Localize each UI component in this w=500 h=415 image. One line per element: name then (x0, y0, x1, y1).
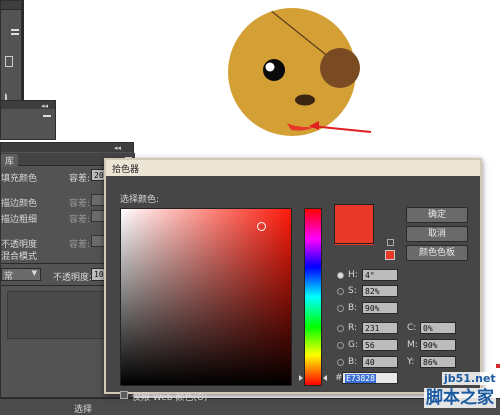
blue-input[interactable]: 40 (362, 356, 398, 368)
swatches-button[interactable]: 颜色色板 (406, 245, 468, 261)
watermark-site: jb51.net (442, 372, 498, 385)
tolerance-label: 容差: (69, 174, 91, 184)
current-color-swatch (334, 244, 374, 245)
magenta-label: M: (407, 340, 418, 350)
nose-shape (295, 94, 315, 106)
hue-slider-left-arrow[interactable] (299, 375, 303, 381)
brightness-label: B: (348, 303, 358, 313)
panel-header (1, 1, 21, 10)
saturation-radio[interactable] (337, 288, 344, 295)
color-field[interactable] (120, 208, 292, 386)
opacity-input[interactable]: 100 (91, 268, 105, 281)
eye-highlight (265, 62, 275, 72)
hue-radio[interactable] (337, 272, 344, 279)
color-picker-dialog: 拾色器 选择颜色: 确定 取消 颜色色板 H: 4° S: 82% B: 90%… (104, 158, 482, 403)
magenta-input[interactable]: 90% (420, 339, 456, 351)
blue-label: B: (348, 357, 358, 367)
dialog-title: 拾色器 (112, 165, 140, 175)
tolerance-label: 容差: (69, 199, 91, 209)
eye-shape (263, 59, 285, 81)
cyan-input[interactable]: 0% (420, 322, 456, 334)
red-label: R: (348, 323, 358, 333)
web-only-label: 仅限 Web 颜色(O) (132, 393, 208, 403)
panel-menu-icon[interactable] (43, 115, 51, 117)
stroke-color-label: 描边颜色 (1, 199, 38, 209)
watermark-logo (496, 364, 500, 368)
fill-color-label: 填充颜色 (1, 174, 38, 184)
tolerance-label: 容差: (69, 240, 91, 250)
green-radio[interactable] (337, 342, 344, 349)
red-radio[interactable] (337, 325, 344, 332)
blend-mode-label: 混合模式 (1, 252, 38, 262)
blend-select-value: 常 (4, 272, 14, 282)
ok-button[interactable]: 确定 (406, 207, 468, 223)
dialog-title-bar (106, 160, 480, 176)
collapse-icon[interactable]: ◂◂ (41, 102, 48, 110)
tolerance-input[interactable] (91, 210, 105, 222)
cube-icon[interactable] (387, 239, 394, 246)
blend-select[interactable]: 常 ▼ (1, 268, 41, 282)
tolerance-input[interactable] (91, 235, 105, 247)
color-field-cursor[interactable] (257, 222, 266, 231)
web-safe-swatch[interactable] (385, 250, 395, 260)
tolerance-input[interactable]: 20 (91, 169, 105, 181)
red-input[interactable]: 231 (362, 322, 398, 334)
cyan-label: C: (407, 323, 417, 333)
yellow-input[interactable]: 86% (420, 356, 456, 368)
opacity-label: 不透明度: (53, 273, 93, 283)
brightness-radio[interactable] (337, 305, 344, 312)
tab-library[interactable]: 库 (1, 154, 19, 167)
hue-input[interactable]: 4° (362, 269, 398, 281)
green-label: G: (348, 340, 359, 350)
cancel-button[interactable]: 取消 (406, 226, 468, 242)
blue-radio[interactable] (337, 359, 344, 366)
web-only-checkbox[interactable] (120, 391, 128, 399)
eyepatch-shape (320, 48, 360, 88)
saturation-label: S: (348, 286, 357, 296)
device-icon[interactable] (5, 56, 13, 67)
tolerance-input[interactable] (91, 194, 105, 206)
hex-input[interactable]: E73828 (342, 372, 398, 384)
select-color-label: 选择颜色: (120, 195, 160, 205)
select-label[interactable]: 选择 (74, 402, 92, 415)
hue-slider[interactable] (304, 208, 322, 386)
hex-value: E73828 (345, 374, 376, 383)
chevron-down-icon: ▼ (31, 269, 37, 277)
yellow-label: Y: (407, 357, 415, 367)
new-color-fill (335, 205, 373, 243)
panel-menu-icon[interactable] (11, 29, 19, 31)
green-input[interactable]: 56 (362, 339, 398, 351)
panel-menu-icon[interactable] (11, 33, 19, 35)
brightness-input[interactable]: 90% (362, 302, 398, 314)
collapse-icon[interactable]: ◂◂ (114, 144, 121, 152)
secondary-panel: ◂◂ (0, 100, 56, 140)
hue-label: H: (348, 270, 358, 280)
tolerance-label: 容差: (69, 215, 91, 225)
canvas-artwork (228, 8, 372, 136)
new-color-swatch (334, 204, 374, 244)
watermark-name: 脚本之家 (424, 388, 496, 408)
stroke-width-label: 描边粗细 (1, 215, 38, 225)
hue-slider-right-arrow[interactable] (323, 375, 327, 381)
saturation-input[interactable]: 82% (362, 285, 398, 297)
